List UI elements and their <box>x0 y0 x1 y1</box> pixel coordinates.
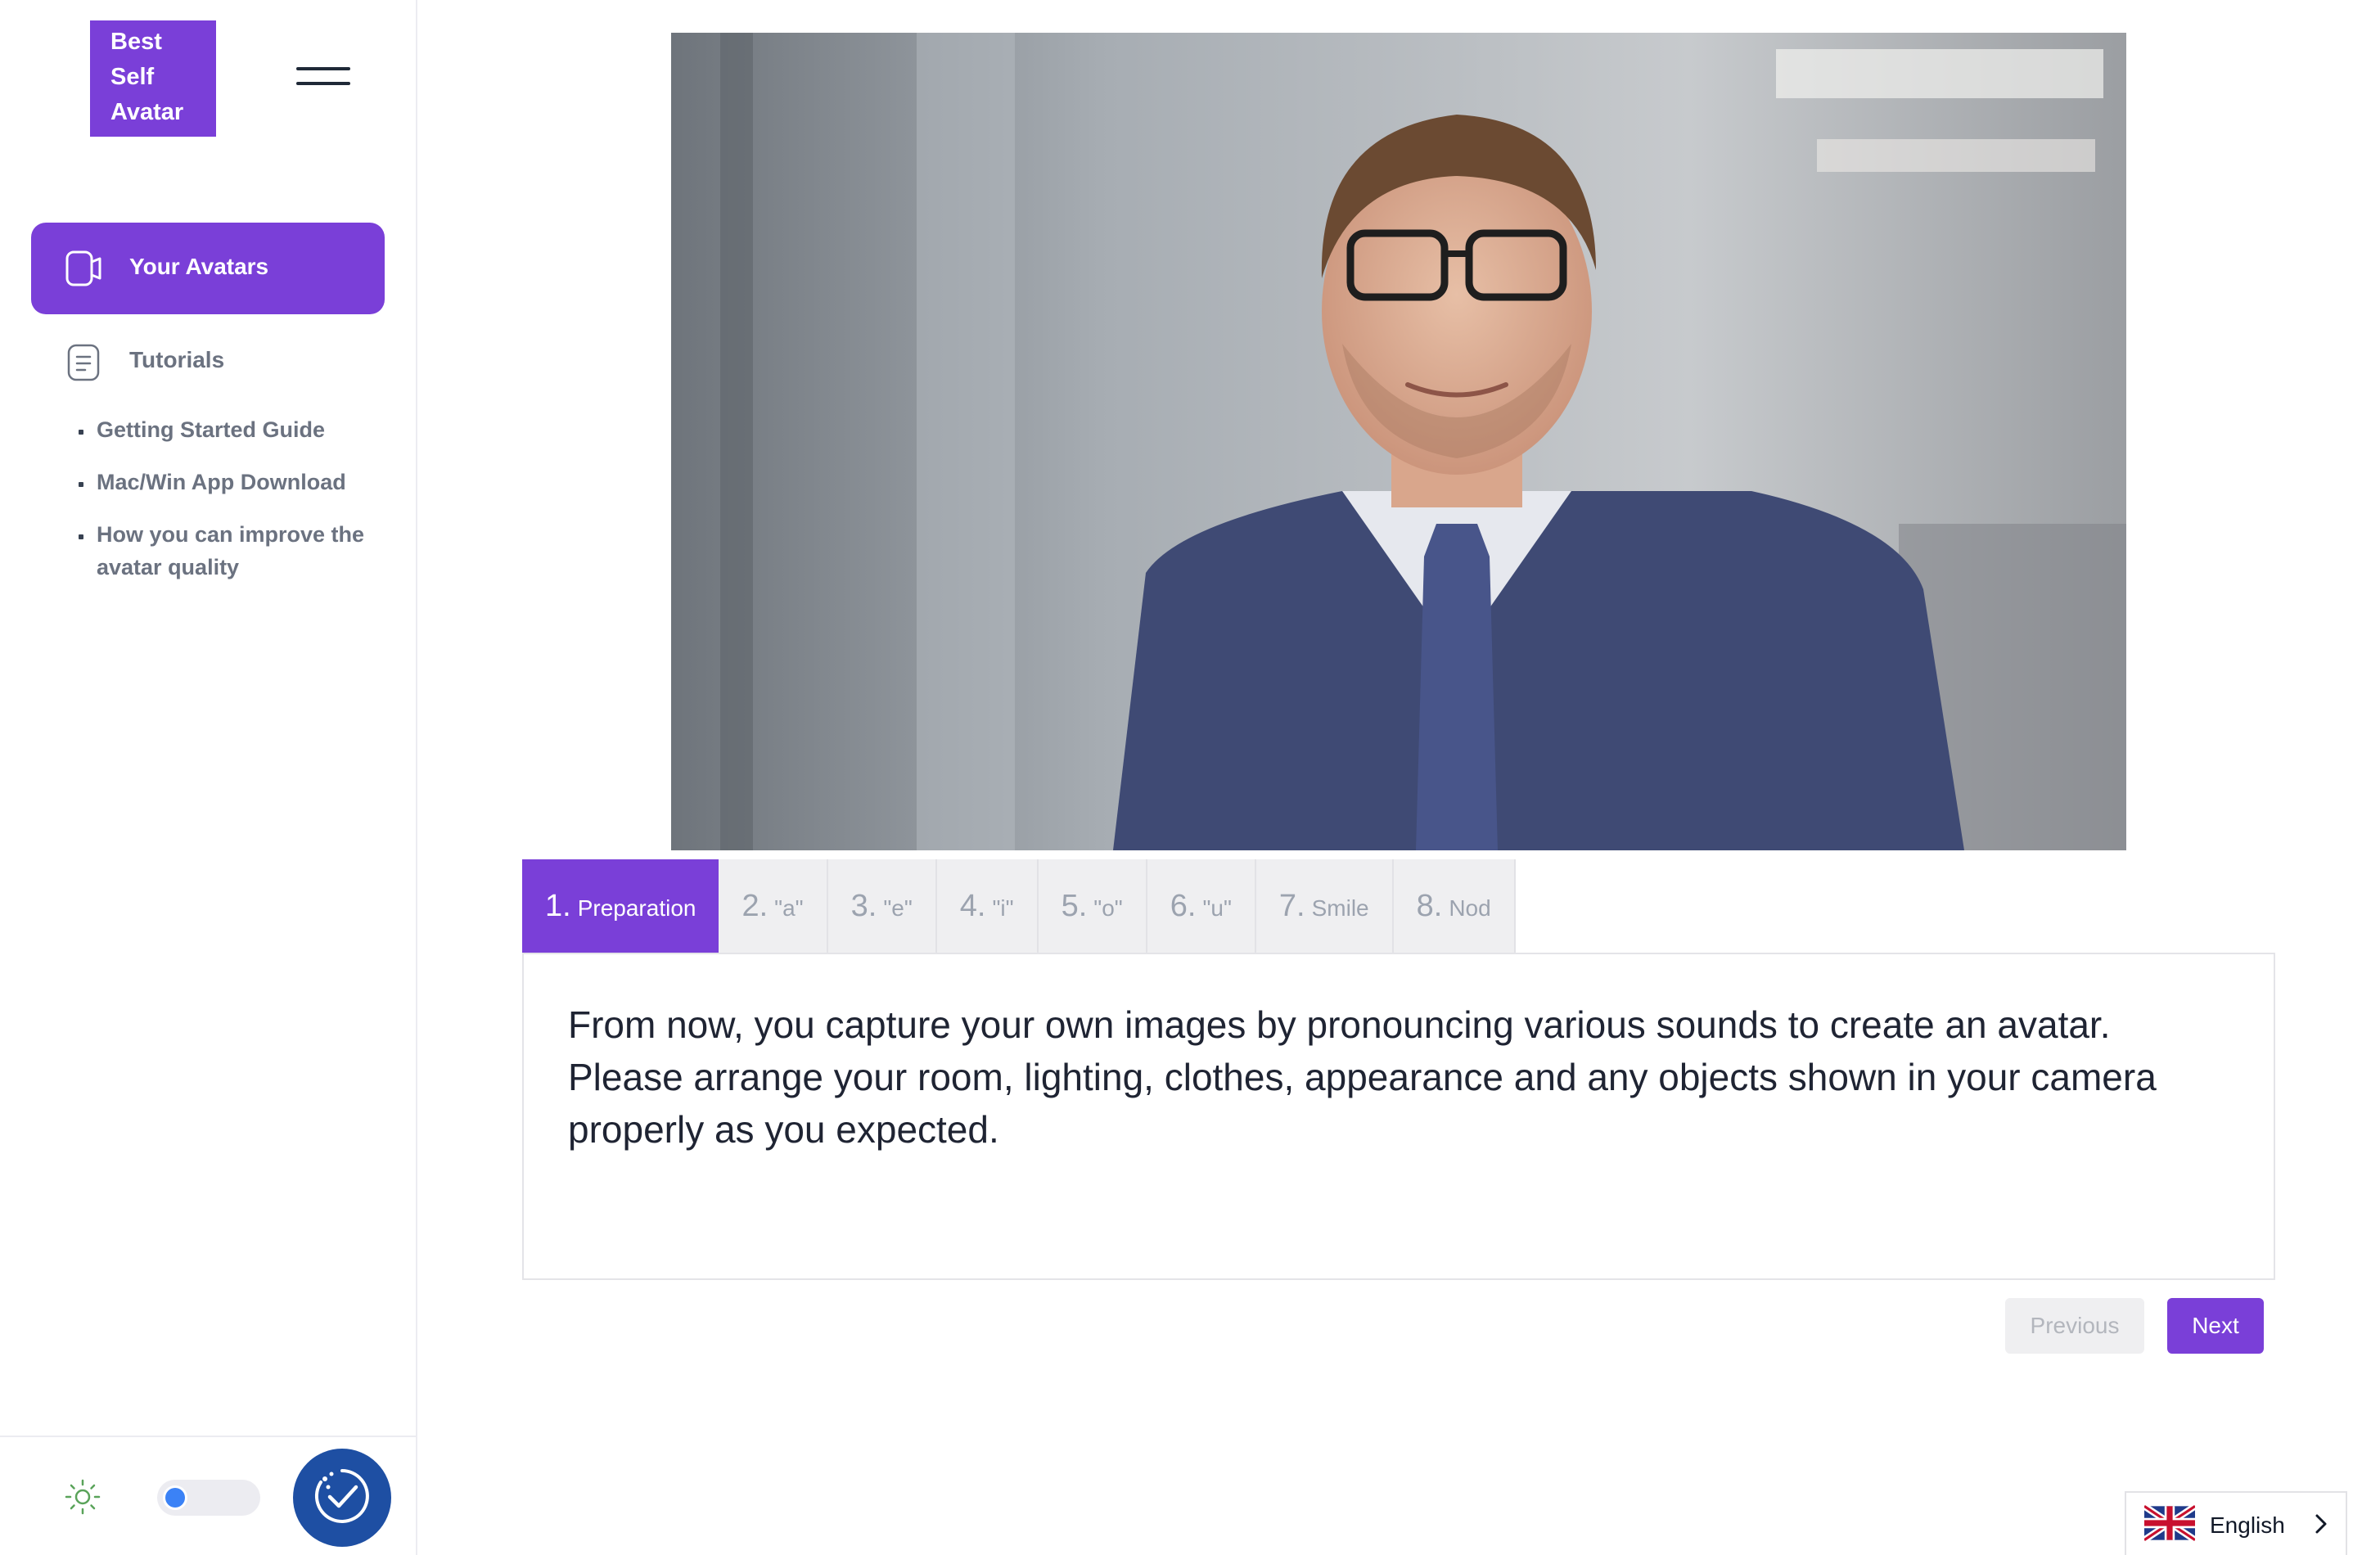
sidebar-item-label: Your Avatars <box>129 254 269 279</box>
step-label: Preparation <box>577 895 696 921</box>
step-number: 2. <box>741 888 769 923</box>
accessibility-button[interactable] <box>293 1449 391 1547</box>
step-label: "i" <box>992 895 1014 921</box>
step-label: Nod <box>1449 895 1491 921</box>
step-number: 8. <box>1416 888 1443 923</box>
chevron-right-icon <box>2313 1512 2329 1539</box>
sidebar-item-tutorials[interactable]: Tutorials <box>31 319 385 401</box>
tab-step-2[interactable]: 2. "a" <box>719 859 828 953</box>
tutorial-link-app-download[interactable]: Mac/Win App Download <box>75 466 386 498</box>
step-label: "e" <box>883 895 913 921</box>
sidebar-footer <box>0 1436 417 1555</box>
step-number: 3. <box>850 888 877 923</box>
tab-step-8[interactable]: 8. Nod <box>1393 859 1516 953</box>
menu-icon[interactable] <box>296 64 350 88</box>
tutorial-link-getting-started[interactable]: Getting Started Guide <box>75 413 386 446</box>
next-button[interactable]: Next <box>2167 1298 2264 1354</box>
sidebar: Best Self Avatar Your Avatars Tutorials … <box>0 0 417 1555</box>
camera-preview <box>671 33 2126 850</box>
logo-line: Avatar <box>110 99 184 125</box>
step-label: "a" <box>774 895 804 921</box>
sidebar-item-label: Tutorials <box>129 347 225 372</box>
accessibility-check-icon <box>310 1464 374 1532</box>
step-label: "o" <box>1093 895 1123 921</box>
tab-step-7[interactable]: 7. Smile <box>1255 859 1394 953</box>
tab-step-5[interactable]: 5. "o" <box>1038 859 1147 953</box>
tab-step-3[interactable]: 3. "e" <box>827 859 937 953</box>
step-number: 7. <box>1278 888 1305 923</box>
previous-button[interactable]: Previous <box>2005 1298 2144 1354</box>
instructions-text: From now, you capture your own images by… <box>568 1003 2157 1151</box>
language-selector[interactable]: English <box>2125 1491 2347 1555</box>
step-tabs: 1. Preparation 2. "a" 3. "e" 4. "i" 5. "… <box>522 859 1516 953</box>
tab-step-1[interactable]: 1. Preparation <box>522 859 719 953</box>
toggle-knob <box>165 1488 185 1508</box>
tab-step-4[interactable]: 4. "i" <box>936 859 1039 953</box>
camera-icon <box>65 250 105 291</box>
document-icon <box>65 344 101 385</box>
sun-icon <box>64 1478 101 1516</box>
step-number: 1. <box>545 888 571 923</box>
logo-line: Self <box>110 64 155 90</box>
step-number: 4. <box>959 888 986 923</box>
tutorial-link-improve-quality[interactable]: How you can improve the avatar quality <box>75 518 386 584</box>
logo-line: Best <box>110 29 162 55</box>
tab-step-6[interactable]: 6. "u" <box>1147 859 1256 953</box>
language-label: English <box>2210 1512 2285 1538</box>
brand-logo[interactable]: Best Self Avatar <box>90 20 216 137</box>
tutorial-links: Getting Started Guide Mac/Win App Downlo… <box>75 413 386 603</box>
step-label: "u" <box>1202 895 1232 921</box>
theme-toggle[interactable] <box>157 1480 260 1516</box>
step-number: 6. <box>1170 888 1197 923</box>
uk-flag-icon <box>2142 1503 2197 1546</box>
step-number: 5. <box>1061 888 1088 923</box>
instructions-panel: From now, you capture your own images by… <box>522 953 2275 1280</box>
step-label: Smile <box>1311 895 1369 921</box>
sidebar-item-your-avatars[interactable]: Your Avatars <box>31 223 385 314</box>
